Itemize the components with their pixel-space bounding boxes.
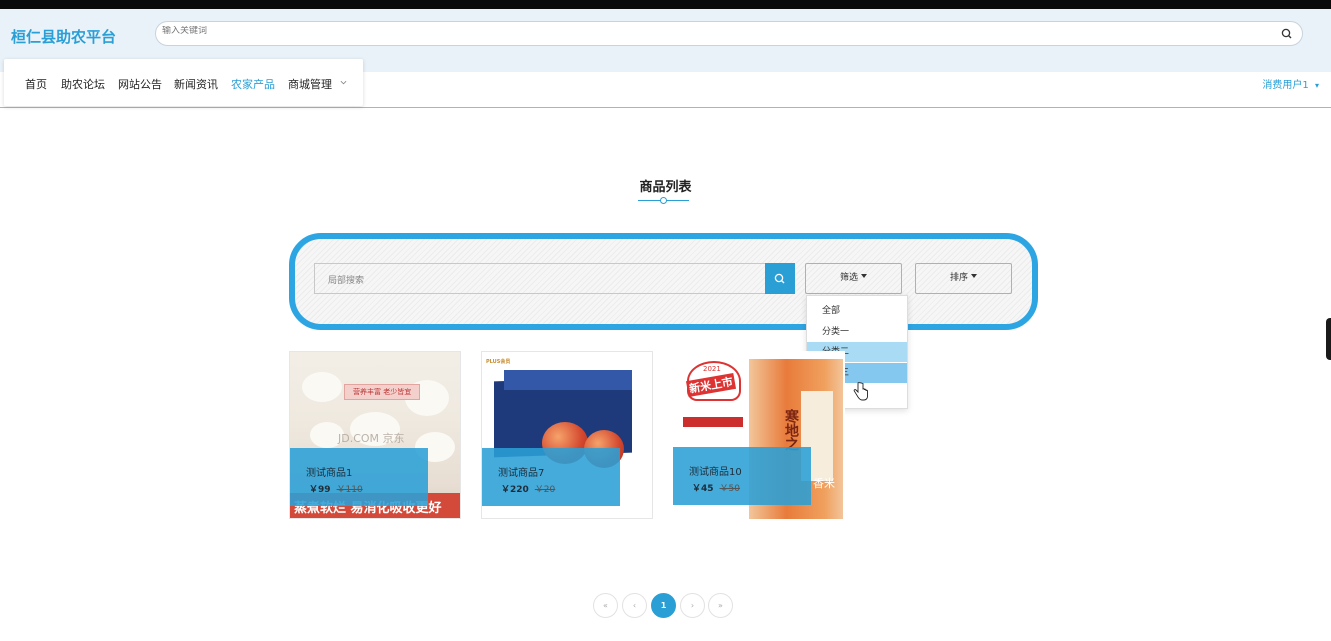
global-search-input[interactable]	[162, 26, 1262, 36]
nav-item-news[interactable]: 新闻资讯	[174, 76, 218, 92]
user-caret-icon: ▾	[1314, 81, 1319, 90]
product-brand-2: PLUS会员	[486, 359, 511, 365]
product-old-price-1: ￥110	[336, 485, 363, 495]
chevron-down-icon	[340, 80, 346, 85]
product-price-3: ￥45 ￥50	[692, 481, 740, 494]
search-icon	[774, 273, 785, 284]
nav-item-notice[interactable]: 网站公告	[118, 76, 162, 92]
nav-item-products[interactable]: 农家产品	[231, 76, 275, 92]
product-old-price-3: ￥50	[719, 484, 740, 494]
pagination-last[interactable]: »	[708, 593, 733, 618]
product-info-1[interactable]: 测试商品1 ￥99 ￥110	[290, 448, 428, 506]
product-tag-1: 营养丰富 老少皆宜	[344, 384, 420, 400]
nav-item-shop-manage[interactable]: 商城管理	[288, 76, 347, 92]
product-price-2: ￥220 ￥20	[501, 482, 555, 495]
product-bag-text2-3: 香米	[813, 477, 835, 490]
page-title: 商品列表	[639, 180, 692, 195]
watermark-text-1: JD.COM 京东	[338, 432, 405, 445]
side-float-tab[interactable]	[1326, 318, 1331, 360]
product-info-2[interactable]: 测试商品7 ￥220 ￥20	[482, 448, 620, 506]
filter-option-category1[interactable]: 分类一	[807, 322, 907, 342]
window-top-bar	[0, 0, 1331, 9]
product-info-3[interactable]: 测试商品10 ￥45 ￥50	[673, 447, 811, 505]
caret-down-icon	[971, 274, 977, 278]
product-name-2: 测试商品7	[498, 468, 545, 479]
filter-button[interactable]: 筛选	[805, 263, 902, 294]
product-current-price-2: ￥220	[501, 485, 529, 495]
product-price-1: ￥99 ￥110	[309, 482, 363, 495]
user-name: 消费用户1	[1262, 80, 1309, 91]
local-search-input[interactable]: 局部搜索	[314, 263, 766, 294]
local-search-placeholder: 局部搜索	[328, 276, 365, 286]
global-search-box[interactable]	[155, 21, 1303, 46]
pagination-prev[interactable]: ‹	[622, 593, 647, 618]
nav-item-shop-manage-label: 商城管理	[288, 78, 332, 91]
product-bag-text-3: 寒地之	[783, 409, 799, 451]
product-name-3: 测试商品10	[689, 467, 742, 478]
nav-item-home[interactable]: 首页	[25, 76, 47, 92]
product-card-2[interactable]: PLUS会员 测试商品7 ￥220 ￥20	[481, 351, 653, 519]
sort-button[interactable]: 排序	[915, 263, 1012, 294]
product-badge-3: 2021 新米上市	[685, 361, 741, 401]
user-menu[interactable]: 消费用户1 ▾	[1262, 76, 1319, 91]
product-tag-text-1: 营养丰富 老少皆宜	[353, 388, 412, 396]
product-current-price-3: ￥45	[692, 484, 714, 494]
filter-option-all[interactable]: 全部	[807, 301, 907, 321]
product-name-1: 测试商品1	[306, 468, 353, 479]
pagination-next[interactable]: ›	[680, 593, 705, 618]
sort-button-label: 排序	[949, 273, 968, 283]
product-badge-year-3: 2021	[703, 365, 721, 373]
product-current-price-1: ￥99	[309, 485, 331, 495]
search-icon[interactable]	[1280, 27, 1294, 41]
pagination-page-1[interactable]: 1	[651, 593, 676, 618]
pagination-first[interactable]: «	[593, 593, 618, 618]
filter-button-label: 筛选	[839, 273, 858, 283]
caret-down-icon	[861, 274, 867, 278]
title-dot	[660, 197, 667, 204]
product-old-price-2: ￥20	[534, 485, 556, 495]
local-search-button[interactable]	[765, 263, 795, 294]
nav-item-forum[interactable]: 助农论坛	[61, 76, 105, 92]
site-logo[interactable]: 桓仁县助农平台	[11, 26, 116, 47]
product-card-1[interactable]: 营养丰富 老少皆宜 JD.COM 京东 蒸煮软烂 易消化吸收更好 测试商品1 ￥…	[289, 351, 461, 519]
hand-cursor-icon	[853, 382, 868, 401]
product-badge-text-3: 新米上市	[685, 372, 737, 398]
product-card-3[interactable]: 2021 新米上市 寒地之 香米 测试商品10 ￥45 ￥50	[673, 351, 845, 519]
